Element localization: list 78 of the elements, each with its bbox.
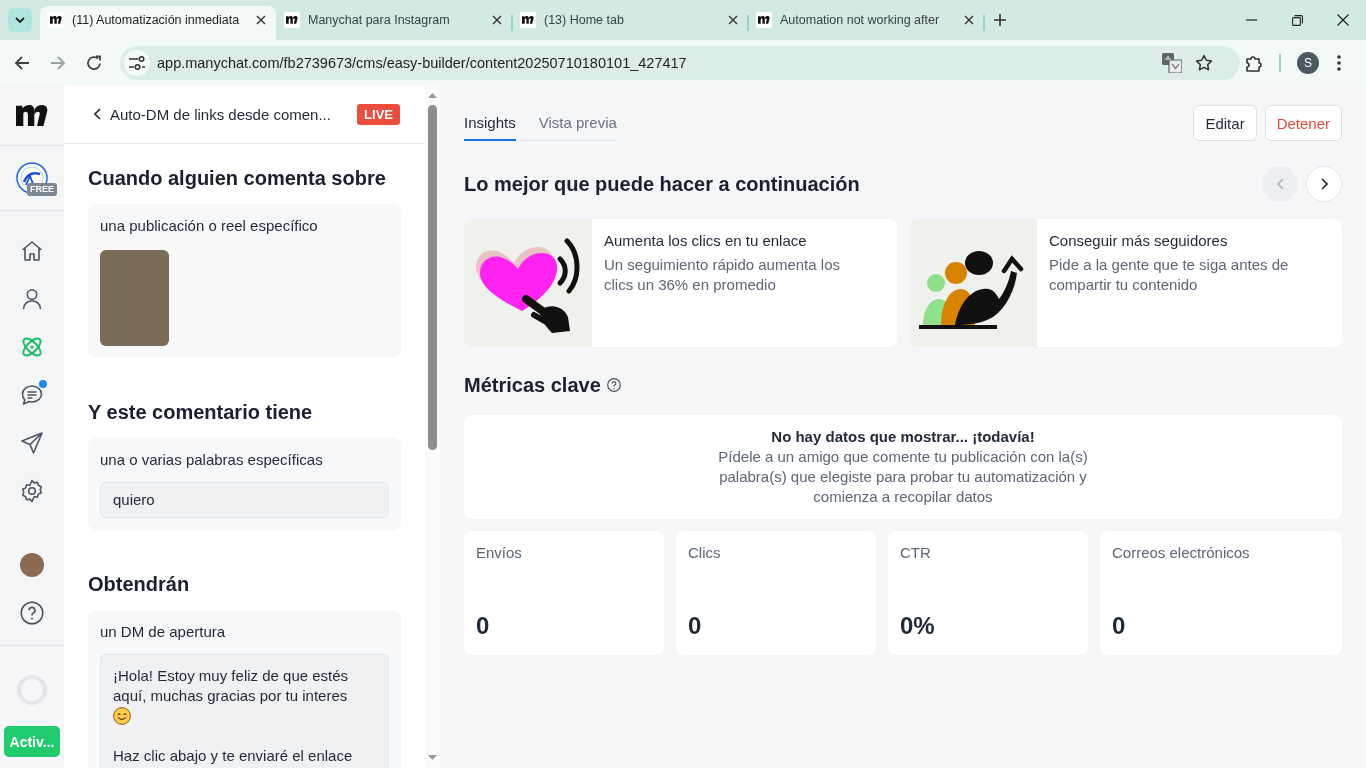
scroll-down-icon[interactable] [428, 755, 437, 760]
stop-button[interactable]: Detener [1264, 105, 1342, 141]
settings-icon[interactable] [20, 479, 44, 503]
card-label: una publicación o reel específico [100, 216, 318, 236]
plus-icon[interactable] [994, 14, 1006, 26]
user-avatar[interactable] [20, 553, 44, 577]
suggestion-card[interactable]: Conseguir más seguidores Pide a la gente que te siga antes de compartir tu contenido [909, 219, 1342, 347]
close-icon[interactable] [492, 15, 502, 25]
tab[interactable]: Vista previa [538, 105, 617, 141]
browser-tab[interactable]: Manychat para Instagram [276, 6, 512, 40]
smiling-face-icon [113, 707, 131, 725]
empty-state-text: Pídele a un amigo que comente tu publicación con la(s) palabra(s) que elegiste para probar tu automatización y comienza a recopilar datos [717, 447, 1089, 507]
chat-icon[interactable] [20, 383, 44, 407]
logo-icon [48, 12, 64, 28]
close-icon[interactable] [728, 15, 738, 25]
logo-icon [756, 12, 772, 28]
profile-avatar[interactable]: S [1297, 51, 1319, 74]
message-text: Haz clic abajo y te enviaré el enlace [113, 746, 354, 766]
close-icon[interactable] [964, 15, 974, 25]
browser-tab[interactable]: Automation not working after [748, 6, 984, 40]
metric-label: Correos electrónicos [1112, 543, 1250, 563]
tab[interactable]: Insights [464, 105, 516, 141]
tune-icon[interactable] [124, 49, 150, 76]
section-heading: Lo mejor que puede hacer a continuación [464, 172, 860, 196]
metric-value: 0 [688, 612, 702, 640]
section-heading: Métricas clave [464, 373, 601, 397]
live-badge: LIVE [357, 103, 400, 125]
address-bar[interactable]: app.manychat.com/fb2739673/cms/easy-builder/content20250710180101_427417 [120, 45, 1240, 80]
chevron-left-icon[interactable] [94, 108, 101, 120]
browser-tab[interactable]: (13) Home tab [512, 6, 748, 40]
tab-search-button[interactable] [8, 8, 32, 32]
back-arrow-icon[interactable] [14, 54, 30, 71]
kebab-menu-icon[interactable] [1337, 54, 1341, 71]
automation-title: Auto-DM de links desde comen... [110, 105, 331, 123]
puzzle-icon[interactable] [1245, 53, 1263, 72]
restore-icon[interactable] [1291, 14, 1303, 26]
scroll-up-icon[interactable] [428, 93, 437, 98]
suggestion-text: Pide a la gente que te siga antes de compartir tu contenido [1049, 255, 1290, 295]
metric-label: Envíos [476, 543, 522, 563]
section-heading: Y este comentario tiene [88, 400, 314, 424]
star-icon[interactable] [1195, 53, 1213, 72]
metric-value: 0 [1112, 612, 1126, 640]
logo-icon [284, 12, 300, 28]
help-icon[interactable] [606, 378, 621, 392]
home-icon[interactable] [20, 239, 44, 263]
person-icon[interactable] [20, 287, 44, 311]
reload-icon[interactable] [86, 54, 102, 71]
plan-badge: FREE [27, 183, 57, 196]
message-text: ¡Hola! Estoy muy feliz de que estés aquí, muchas gracias por tu interes [113, 666, 350, 706]
browser-tab[interactable]: (11) Automatización inmediata [40, 6, 276, 40]
suggestion-text: Un seguimiento rápido aumenta los clics un 36% en promedio [604, 255, 841, 295]
help-icon[interactable] [20, 601, 44, 625]
logo-icon [520, 12, 536, 28]
edit-button[interactable]: Editar [1193, 105, 1257, 141]
suggestion-card[interactable]: Aumenta los clics en tu enlace Un seguimiento rápido aumenta los clics un 36% en promedio [464, 219, 897, 347]
section-heading: Obtendrán [88, 572, 191, 596]
suggestion-title: Conseguir más seguidores [1049, 231, 1229, 251]
keyword-field: quiero [100, 482, 389, 518]
close-icon[interactable] [1337, 14, 1349, 26]
metric-label: CTR [900, 543, 931, 563]
section-heading: Cuando alguien comenta sobre [88, 166, 387, 190]
chevron-right-icon [1320, 178, 1328, 190]
logo-icon[interactable] [16, 104, 48, 126]
empty-state-title: No hay datos que mostrar... ¡todavía! [771, 427, 1035, 447]
minimize-icon[interactable] [1245, 19, 1257, 21]
metric-value: 0% [900, 612, 935, 640]
next-button[interactable] [1306, 166, 1342, 202]
chevron-left-icon [1276, 178, 1284, 190]
metric-label: Clics [688, 543, 721, 563]
scrollbar-thumb[interactable] [428, 105, 437, 450]
send-icon[interactable] [20, 431, 44, 455]
chevron-down-icon [15, 17, 25, 23]
card-label: una o varias palabras específicas [100, 450, 323, 470]
close-icon[interactable] [256, 15, 266, 25]
metric-value: 0 [476, 612, 490, 640]
translate-icon[interactable] [1162, 52, 1182, 73]
card-label: un DM de apertura [100, 622, 226, 642]
suggestion-title: Aumenta los clics en tu enlace [604, 231, 808, 251]
